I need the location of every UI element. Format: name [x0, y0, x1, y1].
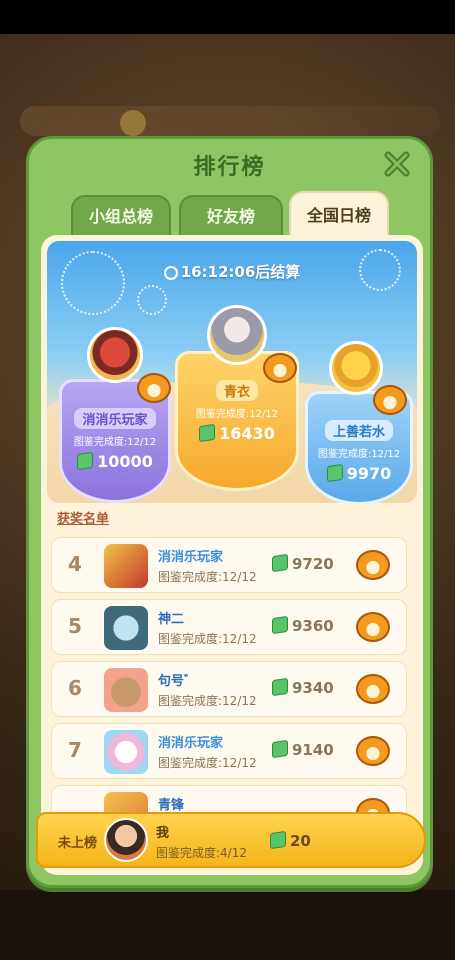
player-progress: 图鉴完成度:12/12: [158, 756, 257, 770]
clock-icon: [163, 266, 178, 280]
my-score-row: 20: [270, 830, 311, 850]
rank-number: 6: [68, 676, 82, 700]
score-row: 9360: [272, 615, 334, 635]
podium-score: 9970: [346, 464, 392, 483]
gem-icon: [272, 739, 288, 759]
background-hud: [20, 106, 440, 136]
my-avatar: [104, 818, 148, 862]
gem-icon: [326, 463, 343, 483]
player-progress: 图鉴完成度:12/12: [158, 570, 257, 584]
my-rank-bar[interactable]: 未上榜 我 图鉴完成度:4/12 20: [36, 812, 426, 868]
leaderboard-content: 16:12:06后结算 消消乐玩家 图鉴完成度:12/12 10000 上善若水…: [41, 235, 423, 875]
gem-icon: [77, 451, 94, 471]
player-score: 9140: [292, 741, 334, 759]
gem-icon: [270, 830, 286, 850]
avatar: [104, 544, 148, 588]
settlement-timer: 16:12:06后结算: [47, 261, 417, 282]
gem-icon: [199, 423, 216, 443]
player-progress: 图鉴完成度:12/12: [158, 632, 257, 646]
timer-text: 16:12:06后结算: [180, 263, 301, 281]
avatar-third[interactable]: [329, 341, 383, 395]
tiger-reward-icon: [373, 385, 407, 415]
podium-progress: 图鉴完成度:12/12: [195, 409, 279, 420]
gem-icon: [272, 553, 288, 573]
tab-friends[interactable]: 好友榜: [179, 195, 283, 237]
close-button[interactable]: [382, 149, 412, 179]
player-score: 9360: [292, 617, 334, 635]
my-progress: 图鉴完成度:4/12: [156, 846, 247, 860]
tab-group-total[interactable]: 小组总榜: [71, 195, 171, 237]
my-score: 20: [290, 832, 311, 850]
avatar-first[interactable]: [207, 305, 267, 365]
my-name: 我: [156, 826, 170, 841]
list-item[interactable]: 4 消消乐玩家 图鉴完成度:12/12 9720: [51, 537, 407, 593]
firework-decoration: [137, 285, 167, 315]
tiger-reward-icon: [356, 550, 390, 580]
score-row: 9140: [272, 739, 334, 759]
list-item[interactable]: 7 消消乐玩家 图鉴完成度:12/12 9140: [51, 723, 407, 779]
panel-title: 排行榜: [193, 155, 266, 180]
rank-number: 7: [68, 738, 82, 762]
player-progress: 图鉴完成度:12/12: [158, 694, 257, 708]
list-item[interactable]: 6 句号゛ 图鉴完成度:12/12 9340: [51, 661, 407, 717]
avatar-second[interactable]: [87, 327, 143, 383]
podium-name: 消消乐玩家: [74, 408, 156, 429]
tiger-reward-icon: [263, 353, 297, 383]
avatar: [104, 668, 148, 712]
tab-national-daily[interactable]: 全国日榜: [289, 191, 389, 237]
podium-progress: 图鉴完成度:12/12: [317, 449, 401, 460]
player-name: 青锋: [158, 798, 185, 813]
coin-icon: [120, 110, 146, 136]
player-score: 9720: [292, 555, 334, 573]
status-bar: [0, 0, 455, 34]
tiger-reward-icon: [356, 674, 390, 704]
podium-score-row: 10000: [62, 451, 168, 471]
close-icon: [384, 151, 410, 177]
podium-area: 16:12:06后结算 消消乐玩家 图鉴完成度:12/12 10000 上善若水…: [47, 241, 417, 503]
score-row: 9720: [272, 553, 334, 573]
list-item[interactable]: 5 神二 图鉴完成度:12/12 9360: [51, 599, 407, 655]
tiger-reward-icon: [137, 373, 171, 403]
player-name: 神二: [158, 612, 185, 627]
winner-list-title: 获奖名单: [57, 512, 110, 527]
avatar: [104, 730, 148, 774]
player-name: 句号゛: [158, 674, 198, 689]
gem-icon: [272, 677, 288, 697]
gem-icon: [272, 615, 288, 635]
player-name: 消消乐玩家: [158, 550, 224, 565]
avatar: [104, 606, 148, 650]
podium-score-row: 9970: [308, 463, 410, 483]
podium-score: 10000: [97, 452, 153, 471]
leaderboard-panel: 排行榜 小组总榜 好友榜 全国日榜 16:12:06后结算 消消乐玩家 图鉴完成…: [26, 136, 433, 888]
player-name: 消消乐玩家: [158, 736, 224, 751]
player-score: 9340: [292, 679, 334, 697]
tiger-reward-icon: [356, 612, 390, 642]
podium-name: 青衣: [215, 380, 258, 401]
tiger-reward-icon: [356, 736, 390, 766]
podium-score: 16430: [219, 424, 275, 443]
my-rank: 未上榜: [58, 836, 98, 851]
podium-progress: 图鉴完成度:12/12: [73, 437, 157, 448]
podium-score-row: 16430: [178, 423, 296, 443]
rank-number: 4: [68, 552, 82, 576]
bottom-shade: [0, 890, 455, 960]
rank-number: 5: [68, 614, 82, 638]
podium-name: 上善若水: [324, 420, 393, 441]
score-row: 9340: [272, 677, 334, 697]
